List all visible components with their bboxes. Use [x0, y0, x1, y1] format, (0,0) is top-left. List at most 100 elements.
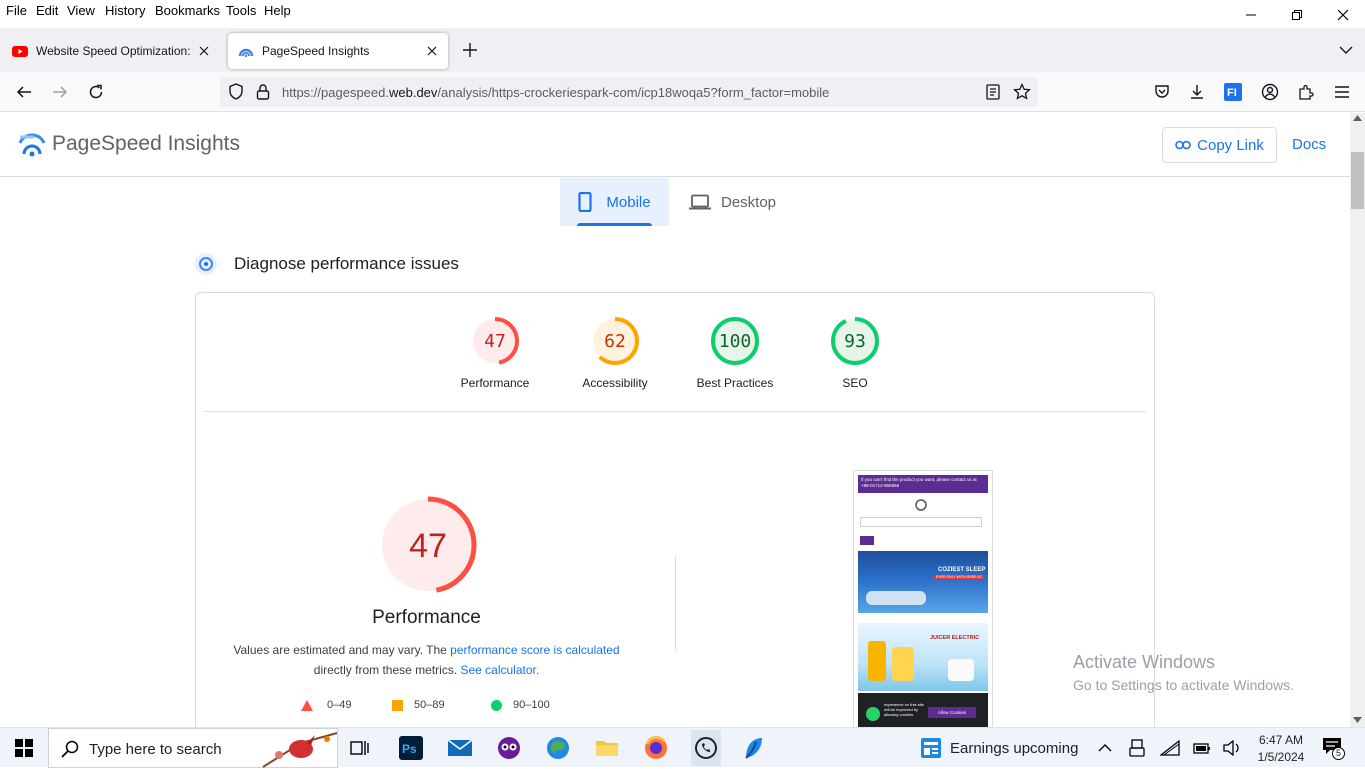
- screenshot-search: [860, 517, 982, 527]
- app2-taskbar-button[interactable]: [740, 734, 768, 762]
- tab-close-button[interactable]: [192, 39, 216, 63]
- minimize-icon: [1246, 14, 1256, 16]
- photoshop-icon: Ps: [399, 736, 423, 760]
- clock[interactable]: 6:47 AM 1/5/2024: [1256, 732, 1306, 766]
- svg-text:93: 93: [844, 331, 866, 352]
- svg-text:100: 100: [719, 331, 752, 352]
- minimize-button[interactable]: [1228, 0, 1274, 30]
- edge-taskbar-button[interactable]: [544, 734, 572, 762]
- screenshot-cookie-bar: experience on this site will be improved…: [858, 693, 988, 727]
- svg-text:47: 47: [484, 331, 506, 352]
- big-performance-gauge: 47: [379, 496, 477, 594]
- copy-link-label: Copy Link: [1197, 136, 1264, 154]
- brand-title[interactable]: PageSpeed Insights: [52, 132, 240, 156]
- close-icon: [199, 46, 209, 56]
- wifi-icon[interactable]: [1160, 740, 1180, 756]
- scroll-up-icon[interactable]: [1353, 115, 1362, 121]
- mail-taskbar-button[interactable]: [446, 734, 474, 762]
- tab-close-button[interactable]: [420, 39, 444, 63]
- pagespeed-logo-icon[interactable]: [18, 133, 46, 157]
- chevron-down-icon: [1339, 46, 1353, 54]
- app-taskbar-button[interactable]: [495, 734, 523, 762]
- big-score-value: 47: [409, 527, 447, 565]
- taskbar-search[interactable]: Type here to search: [48, 728, 338, 768]
- menu-edit[interactable]: Edit: [36, 3, 58, 18]
- restore-button[interactable]: [1274, 0, 1320, 30]
- copy-link-button[interactable]: Copy Link: [1162, 127, 1277, 163]
- chevron-up-icon[interactable]: [1098, 743, 1112, 753]
- report-card: 47 Performance 62 Accessibility 100 Best…: [195, 292, 1155, 727]
- triangle-icon: [301, 699, 313, 711]
- extension-button[interactable]: FI: [1219, 78, 1247, 106]
- battery-icon[interactable]: [1193, 741, 1211, 755]
- hamburger-icon: [1335, 86, 1349, 98]
- new-tab-button[interactable]: [456, 36, 484, 64]
- extension-badge-icon: FI: [1224, 83, 1242, 101]
- forward-button[interactable]: [46, 78, 74, 106]
- screenshot-juicer-banner: JUICER ELECTRIC: [858, 623, 988, 691]
- firefox-taskbar-button[interactable]: [642, 734, 670, 762]
- final-screenshot[interactable]: If you can't find the product you want, …: [853, 470, 993, 727]
- volume-icon[interactable]: [1223, 740, 1241, 756]
- search-icon: [61, 740, 79, 758]
- active-tab-indicator: [577, 223, 652, 226]
- navigation-toolbar: https://pagespeed.web.dev/analysis/https…: [0, 72, 1365, 112]
- scrollbar-thumb[interactable]: [1351, 152, 1364, 209]
- url-bar[interactable]: https://pagespeed.web.dev/analysis/https…: [220, 77, 1038, 107]
- score-gauge-seo[interactable]: 93 SEO: [795, 316, 915, 390]
- news-widget-text[interactable]: Earnings upcoming: [950, 740, 1078, 757]
- extensions-button[interactable]: [1292, 78, 1320, 106]
- back-button[interactable]: [10, 78, 38, 106]
- tab-desktop[interactable]: Desktop: [680, 178, 785, 226]
- link-icon: [1175, 140, 1191, 150]
- web-page: PageSpeed Insights Copy Link Docs Mobile…: [0, 113, 1350, 727]
- app-menu-button[interactable]: [1328, 78, 1356, 106]
- laptop-icon: [688, 194, 711, 210]
- url-text: https://pagespeed.web.dev/analysis/https…: [282, 85, 830, 100]
- score-label: SEO: [842, 376, 868, 390]
- score-label: Best Practices: [696, 376, 774, 390]
- usb-device-icon[interactable]: [1129, 739, 1145, 757]
- score-note: Values are estimated and may vary. The p…: [233, 643, 620, 677]
- menu-view[interactable]: View: [67, 3, 95, 18]
- menu-tools[interactable]: Tools: [226, 3, 256, 18]
- score-gauge-accessibility[interactable]: 62 Accessibility: [555, 316, 675, 390]
- windows-logo-icon: [15, 739, 33, 757]
- close-window-button[interactable]: [1320, 0, 1365, 30]
- task-view-button[interactable]: [346, 734, 374, 762]
- search-placeholder: Type here to search: [89, 741, 222, 758]
- tab-mobile[interactable]: Mobile: [560, 178, 669, 226]
- star-icon[interactable]: [1013, 83, 1031, 101]
- reload-button[interactable]: [82, 78, 110, 106]
- square-icon: [392, 699, 403, 711]
- whatsapp-taskbar-button[interactable]: [691, 730, 721, 766]
- file-explorer-taskbar-button[interactable]: [593, 734, 621, 762]
- score-calc-link[interactable]: performance score is calculated: [450, 643, 619, 657]
- score-gauge-performance[interactable]: 47 Performance: [435, 316, 555, 390]
- news-widget-icon[interactable]: [920, 737, 942, 759]
- account-button[interactable]: [1256, 78, 1284, 106]
- tab-pagespeed[interactable]: PageSpeed Insights: [228, 33, 448, 69]
- tab-youtube[interactable]: Website Speed Optimization: H: [2, 33, 220, 69]
- mail-icon: [447, 739, 473, 756]
- notifications-button[interactable]: 5: [1322, 737, 1346, 760]
- docs-link[interactable]: Docs: [1292, 136, 1326, 153]
- list-tabs-button[interactable]: [1332, 36, 1360, 64]
- menu-file[interactable]: File: [6, 3, 27, 18]
- start-button[interactable]: [10, 734, 38, 762]
- reader-view-icon[interactable]: [986, 84, 1000, 100]
- downloads-button[interactable]: [1183, 78, 1211, 106]
- pocket-button[interactable]: [1148, 78, 1176, 106]
- score-gauge-best-practices[interactable]: 100 Best Practices: [675, 316, 795, 390]
- close-icon: [427, 46, 437, 56]
- scroll-down-icon[interactable]: [1353, 717, 1362, 723]
- youtube-icon: [12, 46, 28, 57]
- menu-help[interactable]: Help: [264, 3, 291, 18]
- windows-taskbar: Type here to search Ps Earnings upcoming: [0, 727, 1365, 768]
- menu-bookmarks[interactable]: Bookmarks: [155, 3, 220, 18]
- menu-history[interactable]: History: [105, 3, 145, 18]
- notification-count: 5: [1332, 747, 1345, 760]
- see-calculator-link[interactable]: See calculator.: [460, 663, 539, 677]
- lock-icon: [256, 84, 270, 100]
- photoshop-taskbar-button[interactable]: Ps: [397, 734, 425, 762]
